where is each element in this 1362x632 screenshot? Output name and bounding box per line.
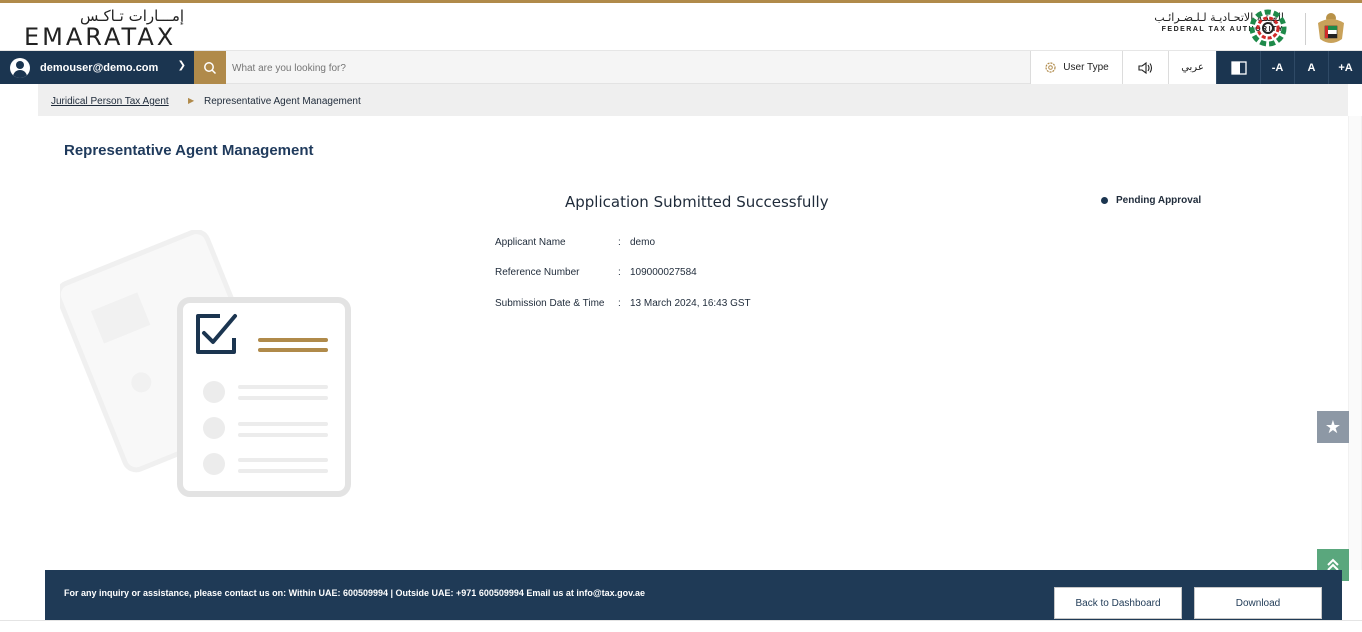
detail-value: 109000027584: [630, 267, 697, 278]
language-toggle[interactable]: عربي: [1168, 51, 1216, 84]
footer-bar: For any inquiry or assistance, please co…: [45, 570, 1342, 620]
detail-value: 13 March 2024, 16:43 GST: [630, 298, 751, 309]
page-bottom-edge: [0, 620, 1362, 632]
uae-emblem-icon: [1318, 13, 1344, 43]
star-icon: ★: [1324, 416, 1342, 437]
font-decrease-button[interactable]: -A: [1260, 51, 1294, 84]
breadcrumb-current: Representative Agent Management: [204, 96, 361, 107]
detail-value: demo: [630, 237, 656, 248]
audio-button[interactable]: [1122, 51, 1168, 84]
font-increase-button[interactable]: +A: [1328, 51, 1362, 84]
user-type-button[interactable]: User Type: [1030, 51, 1122, 84]
chevron-down-icon[interactable]: ❯: [178, 60, 186, 71]
document-checklist-illustration: [60, 230, 351, 497]
user-menu[interactable]: demouser@demo.com ❯: [0, 51, 194, 84]
breadcrumb-arrow-icon: ▶: [188, 96, 195, 105]
status-text: Pending Approval: [1116, 195, 1202, 206]
brand-header: إمـــارات تـاكـس EMARATAX الهيئـة الاتحـ…: [0, 3, 1362, 51]
user-type-label: User Type: [1063, 62, 1109, 73]
fta-logo-icon: [1249, 9, 1287, 47]
detail-colon: :: [618, 298, 621, 309]
detail-colon: :: [618, 267, 621, 278]
footer-contact-text: For any inquiry or assistance, please co…: [64, 588, 646, 598]
contrast-button[interactable]: [1216, 51, 1260, 84]
detail-label: Reference Number: [495, 267, 580, 278]
status-dot-icon: [1101, 197, 1108, 204]
success-heading: Application Submitted Successfully: [565, 193, 829, 211]
breadcrumb: Juridical Person Tax Agent ▶ Representat…: [38, 84, 1348, 116]
favourite-button[interactable]: ★: [1317, 411, 1349, 443]
header-divider: [1305, 13, 1306, 45]
breadcrumb-parent-link[interactable]: Juridical Person Tax Agent: [51, 96, 169, 107]
avatar-icon: [10, 57, 30, 78]
contrast-icon: [1230, 60, 1247, 75]
font-reset-button[interactable]: A: [1294, 51, 1328, 84]
detail-label: Submission Date & Time: [495, 298, 605, 309]
back-to-dashboard-button[interactable]: Back to Dashboard: [1054, 587, 1182, 619]
top-navbar: demouser@demo.com ❯ User Type عربي -A A …: [0, 51, 1362, 84]
page-title: Representative Agent Management: [64, 142, 314, 159]
emaratax-logo[interactable]: EMARATAX: [24, 23, 176, 51]
status-badge: Pending Approval: [1101, 195, 1201, 206]
gear-icon: [1045, 62, 1056, 73]
search-input[interactable]: [232, 57, 1022, 79]
user-email: demouser@demo.com: [40, 61, 159, 74]
scrollbar-thumb[interactable]: [1349, 116, 1361, 570]
search-icon: [204, 61, 217, 74]
detail-colon: :: [618, 237, 621, 248]
speaker-icon: [1137, 61, 1152, 74]
search-button[interactable]: [194, 51, 226, 84]
download-button[interactable]: Download: [1194, 587, 1322, 619]
detail-label: Applicant Name: [495, 237, 566, 248]
